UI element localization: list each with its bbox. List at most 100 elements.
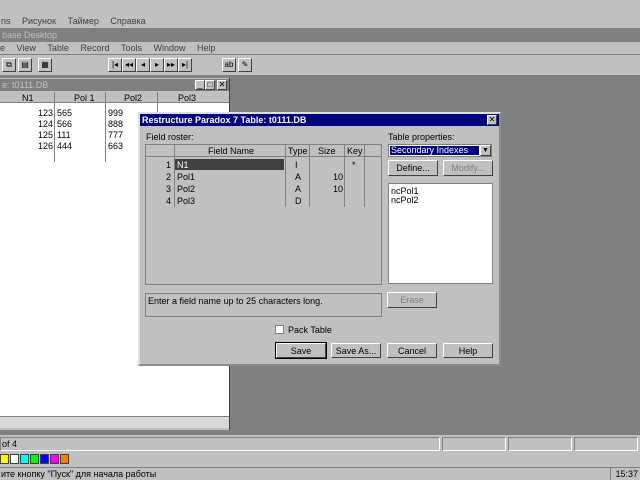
column-header-pol2[interactable]: Pol2 [124, 93, 142, 103]
table-cell[interactable]: 888 [108, 119, 123, 129]
color-swatch[interactable] [50, 454, 59, 464]
table-properties-select[interactable]: Secondary Indexes ▼ [388, 144, 492, 157]
field-type[interactable]: A [295, 172, 301, 182]
chevron-down-icon[interactable]: ▼ [480, 145, 491, 156]
maximize-button[interactable]: □ [205, 80, 215, 90]
palette-bar [0, 453, 640, 467]
field-row-num: 3 [166, 184, 172, 194]
close-button[interactable]: ✕ [217, 80, 227, 90]
menu-item-window[interactable]: Window [154, 42, 186, 54]
top-menu-bar: ns Рисунок Таймер Справка [0, 14, 640, 28]
next-record-icon[interactable]: ▸ [150, 58, 164, 72]
menu-item-ns[interactable]: ns [1, 14, 11, 28]
field-size[interactable]: 10 [333, 172, 343, 182]
table-cell[interactable]: 444 [57, 141, 72, 151]
col-header-size: Size [318, 146, 336, 156]
color-swatch[interactable] [0, 454, 9, 464]
column-divider [309, 145, 310, 207]
field-row-num: 4 [166, 196, 172, 206]
prev-record-icon[interactable]: ◂ [136, 58, 150, 72]
pack-table-label[interactable]: Pack Table [288, 325, 332, 335]
dialog-title-bar: Restructure Paradox 7 Table: t0111.DB [140, 114, 499, 126]
print-icon[interactable]: ▦ [38, 58, 52, 72]
hint-box: Enter a field name up to 25 characters l… [145, 293, 382, 317]
field-type[interactable]: D [295, 196, 302, 206]
paste-icon[interactable]: ▤ [18, 58, 32, 72]
index-list-item[interactable]: ncPol2 [391, 195, 419, 205]
table-window-title: e: t0111.DB [2, 80, 49, 90]
table-properties-value: Secondary Indexes [391, 145, 469, 155]
table-cell[interactable]: 123 [38, 108, 53, 118]
color-swatch[interactable] [40, 454, 49, 464]
menu-item-draw[interactable]: Рисунок [22, 14, 56, 28]
last-record-icon[interactable]: ▸| [178, 58, 192, 72]
field-size[interactable]: 10 [333, 184, 343, 194]
modify-button[interactable]: Modify... [443, 160, 493, 176]
menu-item-record[interactable]: Record [80, 42, 109, 54]
column-divider [364, 145, 365, 207]
table-cell[interactable]: 999 [108, 108, 123, 118]
table-properties-selected: Secondary Indexes [390, 146, 479, 155]
column-divider [285, 145, 286, 207]
field-name[interactable]: Pol3 [177, 196, 195, 206]
field-key[interactable]: * [352, 160, 356, 170]
record-info: of 4 [2, 439, 18, 449]
horizontal-scrollbar[interactable] [0, 416, 229, 428]
next-page-icon[interactable]: ▸▸ [164, 58, 178, 72]
define-button[interactable]: Define... [388, 160, 438, 176]
table-cell[interactable]: 565 [57, 108, 72, 118]
table-cell[interactable]: 777 [108, 130, 123, 140]
minimize-button[interactable]: _ [195, 80, 205, 90]
table-properties-label: Table properties: [388, 132, 455, 142]
column-divider [105, 92, 106, 162]
field-row-num: 1 [166, 160, 172, 170]
column-header-pol3[interactable]: Pol3 [178, 93, 196, 103]
field-type[interactable]: I [295, 160, 298, 170]
menu-item-timer[interactable]: Таймер [68, 14, 99, 28]
secondary-index-list[interactable]: ncPol1 ncPol2 [388, 183, 493, 284]
color-swatch[interactable] [30, 454, 39, 464]
table-cell[interactable]: 566 [57, 119, 72, 129]
tray-clock: 15:37 [610, 468, 638, 480]
field-roster-header [146, 145, 381, 157]
menu-item-table[interactable]: Table [47, 42, 69, 54]
field-roster-label: Field roster: [146, 132, 194, 142]
help-button[interactable]: Help [443, 343, 493, 358]
dialog-close-button[interactable]: ✕ [487, 115, 497, 125]
color-swatch[interactable] [60, 454, 69, 464]
pack-table-checkbox[interactable] [275, 325, 284, 334]
prev-page-icon[interactable]: ◂◂ [122, 58, 136, 72]
field-name-cell-selected[interactable] [175, 159, 284, 170]
column-header-n1[interactable]: N1 [22, 93, 34, 103]
field-view-icon[interactable]: ab [222, 58, 236, 72]
menu-item-file[interactable]: e [0, 42, 5, 54]
table-cell[interactable]: 124 [38, 119, 53, 129]
menu-item-help-top[interactable]: Справка [110, 14, 145, 28]
top-strip [0, 0, 640, 14]
menu-item-tools[interactable]: Tools [121, 42, 142, 54]
first-record-icon[interactable]: |◂ [108, 58, 122, 72]
field-name[interactable]: Pol1 [177, 172, 195, 182]
color-swatch[interactable] [20, 454, 29, 464]
column-divider [344, 145, 345, 207]
menu-item-help[interactable]: Help [197, 42, 216, 54]
save-as-button[interactable]: Save As... [331, 343, 381, 358]
menu-item-view[interactable]: View [17, 42, 36, 54]
cancel-button[interactable]: Cancel [387, 343, 437, 358]
dialog-title: Restructure Paradox 7 Table: t0111.DB [142, 115, 307, 125]
table-cell[interactable]: 125 [38, 130, 53, 140]
field-row-num: 2 [166, 172, 172, 182]
table-cell[interactable]: 111 [57, 130, 71, 140]
toolbar [0, 55, 640, 75]
table-cell[interactable]: 126 [38, 141, 53, 151]
status-panel [442, 437, 506, 451]
erase-button[interactable]: Erase [387, 292, 437, 308]
field-type[interactable]: A [295, 184, 301, 194]
edit-data-icon[interactable]: ✎ [238, 58, 252, 72]
field-name[interactable]: Pol2 [177, 184, 195, 194]
save-button[interactable]: Save [275, 342, 327, 359]
copy-icon[interactable]: ⧉ [2, 58, 16, 72]
column-header-pol1[interactable]: Pol 1 [74, 93, 95, 103]
color-swatch[interactable] [10, 454, 19, 464]
table-cell[interactable]: 663 [108, 141, 123, 151]
